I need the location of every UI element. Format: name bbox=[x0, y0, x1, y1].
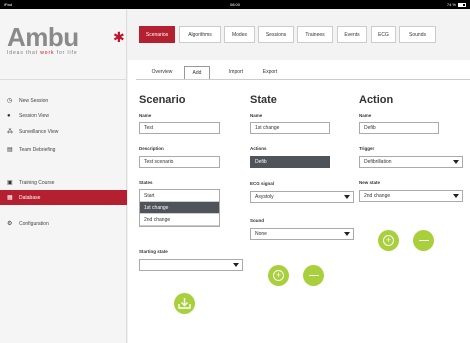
logo-star-icon: ✱ bbox=[113, 29, 125, 45]
tab-bar: Scenarios Algorithms Modes Sessions Trai… bbox=[128, 9, 470, 60]
battery-indicator: 74 % bbox=[447, 0, 466, 9]
minus-icon bbox=[308, 274, 319, 277]
subtab-bar: Overview Add Import Export bbox=[128, 60, 470, 84]
ecg-signal-select[interactable]: Asystoly bbox=[250, 191, 354, 203]
new-state-select[interactable]: 2nd change bbox=[359, 190, 463, 202]
states-label: States bbox=[139, 180, 153, 185]
scenario-name-label: Name bbox=[139, 113, 152, 118]
sidebar-item-new-session[interactable]: ◷ New Session bbox=[0, 93, 127, 108]
sound-label: Sound bbox=[250, 218, 264, 223]
state-name-field[interactable] bbox=[250, 122, 330, 134]
sidebar-item-training-course[interactable]: ▣ Training Course bbox=[0, 175, 127, 190]
wrench-icon: ⚙ bbox=[7, 221, 13, 227]
description-label: Description bbox=[139, 146, 164, 151]
state-name-label: Name bbox=[250, 113, 263, 118]
scenario-name-field[interactable] bbox=[139, 122, 220, 134]
clock-icon: ◷ bbox=[7, 98, 13, 104]
plus-icon: + bbox=[383, 235, 394, 246]
tab-events[interactable]: Events bbox=[337, 26, 367, 43]
document-icon: ▤ bbox=[7, 147, 13, 153]
actions-list-item[interactable]: Defib bbox=[250, 156, 330, 168]
sound-select[interactable]: None bbox=[250, 228, 354, 240]
logo-wordmark: Ambu bbox=[7, 22, 79, 52]
database-icon: ▦ bbox=[7, 195, 13, 201]
ambu-logo: Ambu ✱ Ideas that work for life bbox=[7, 22, 125, 56]
remove-action-button[interactable] bbox=[413, 230, 434, 251]
chevron-down-icon bbox=[453, 194, 459, 198]
battery-percent: 74 % bbox=[446, 2, 456, 7]
ecg-signal-label: ECG signal bbox=[250, 181, 275, 186]
tab-modes[interactable]: Modes bbox=[224, 26, 255, 43]
starting-state-label: Starting state bbox=[139, 249, 168, 254]
description-field[interactable] bbox=[139, 156, 220, 168]
tab-trainees[interactable]: Trainees bbox=[297, 26, 333, 43]
chevron-down-icon bbox=[453, 160, 459, 164]
subtab-add[interactable]: Add bbox=[184, 66, 210, 79]
tab-scenarios[interactable]: Scenarios bbox=[139, 26, 175, 43]
states-list: Start 1st change 2nd change bbox=[139, 189, 220, 227]
subtab-export[interactable]: Export bbox=[256, 66, 284, 79]
download-icon bbox=[178, 298, 191, 309]
state-title: State bbox=[250, 94, 277, 106]
save-button[interactable] bbox=[174, 293, 195, 314]
sidebar-item-surveillance-view[interactable]: ⁂ Surveillance View bbox=[0, 124, 127, 139]
add-state-button[interactable]: + bbox=[268, 265, 289, 286]
status-bar: iPad 08:00 74 % bbox=[0, 0, 470, 9]
people-icon: ⁂ bbox=[7, 129, 13, 135]
action-name-field[interactable] bbox=[359, 122, 439, 134]
clock: 08:00 bbox=[229, 2, 240, 7]
sidebar-item-session-view[interactable]: ● Session View bbox=[0, 108, 127, 123]
actions-label: Actions bbox=[250, 146, 267, 151]
scenario-title: Scenario bbox=[139, 94, 186, 106]
minus-icon bbox=[418, 239, 429, 242]
list-item[interactable]: 1st change bbox=[140, 202, 219, 214]
divider bbox=[136, 79, 470, 80]
subtab-overview[interactable]: Overview bbox=[144, 66, 180, 79]
divider bbox=[0, 79, 127, 80]
action-name-label: Name bbox=[359, 113, 372, 118]
plus-icon: + bbox=[273, 270, 284, 281]
chevron-down-icon bbox=[344, 232, 350, 236]
list-item[interactable]: Start bbox=[140, 190, 219, 202]
action-title: Action bbox=[359, 94, 394, 106]
sidebar-item-database[interactable]: ▦ Database bbox=[0, 190, 127, 205]
subtab-import[interactable]: Import bbox=[222, 66, 250, 79]
starting-state-select[interactable] bbox=[139, 259, 243, 271]
calendar-icon: ▣ bbox=[7, 180, 13, 186]
person-icon: ● bbox=[7, 112, 11, 119]
sidebar-item-configuration[interactable]: ⚙ Configuration bbox=[0, 216, 127, 231]
new-state-label: New state bbox=[359, 180, 381, 185]
sidebar: Ambu ✱ Ideas that work for life ◷ New Se… bbox=[0, 9, 127, 343]
tab-sessions[interactable]: Sessions bbox=[258, 26, 294, 43]
tab-ecg[interactable]: ECG bbox=[371, 26, 396, 43]
tab-sounds[interactable]: Sounds bbox=[399, 26, 436, 43]
sidebar-item-team-debriefing[interactable]: ▤ Team Debriefing bbox=[0, 142, 127, 157]
trigger-select[interactable]: Defibrillation bbox=[359, 156, 463, 168]
list-item[interactable]: 2nd change bbox=[140, 214, 219, 226]
tab-algorithms[interactable]: Algorithms bbox=[179, 26, 221, 43]
chevron-down-icon bbox=[344, 195, 350, 199]
battery-icon bbox=[458, 2, 466, 7]
trigger-label: Trigger bbox=[359, 146, 375, 151]
chevron-down-icon bbox=[233, 263, 239, 267]
remove-state-button[interactable] bbox=[303, 265, 324, 286]
add-action-button[interactable]: + bbox=[378, 230, 399, 251]
main-panel: Scenarios Algorithms Modes Sessions Trai… bbox=[128, 9, 470, 343]
